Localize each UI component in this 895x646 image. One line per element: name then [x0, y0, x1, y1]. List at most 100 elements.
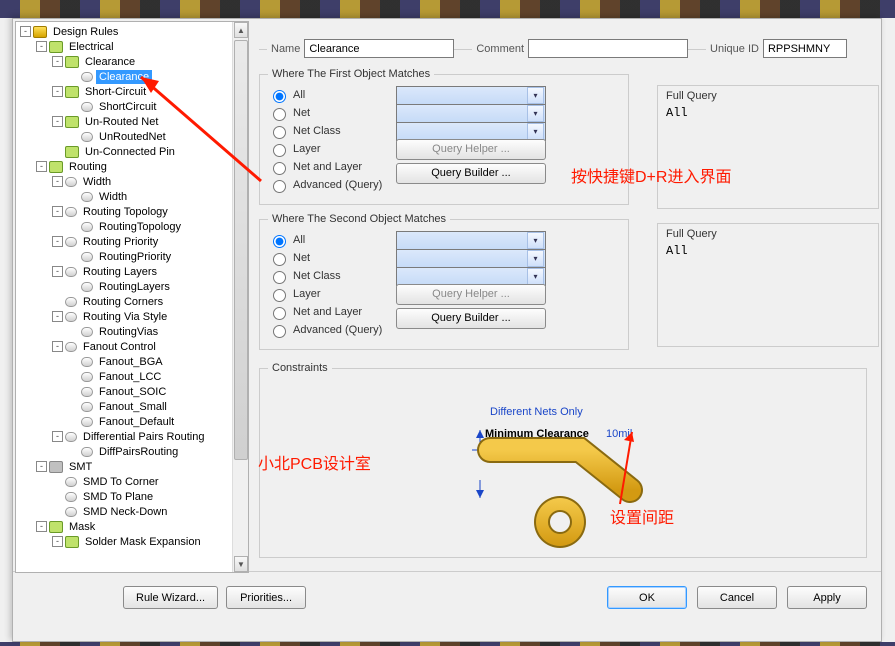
tree-item[interactable]: Fanout_SOIC: [16, 384, 232, 399]
tree-item[interactable]: Clearance: [16, 69, 232, 84]
tree-item[interactable]: SMD To Corner: [16, 474, 232, 489]
tree-expander[interactable]: -: [36, 461, 47, 472]
tree-item[interactable]: Fanout_LCC: [16, 369, 232, 384]
match1-layer[interactable]: Layer: [268, 140, 388, 158]
tree-rule-icon: [65, 207, 77, 217]
tree-expander[interactable]: -: [52, 176, 63, 187]
apply-button[interactable]: Apply: [787, 586, 867, 609]
tree-item-label: Electrical: [66, 40, 117, 54]
match1-combo-net[interactable]: ▾: [396, 86, 546, 105]
tree-cat-icon: [65, 56, 79, 68]
tree-item[interactable]: SMD Neck-Down: [16, 504, 232, 519]
tree-item[interactable]: - Clearance: [16, 54, 232, 69]
tree-item[interactable]: -Un-Routed Net: [16, 114, 232, 129]
tree-item[interactable]: UnRoutedNet: [16, 129, 232, 144]
tree-item[interactable]: -Routing Topology: [16, 204, 232, 219]
match1-adv[interactable]: Advanced (Query): [268, 176, 388, 194]
tree-rule-icon: [65, 432, 77, 442]
tree-item[interactable]: ShortCircuit: [16, 99, 232, 114]
tree-item[interactable]: RoutingTopology: [16, 219, 232, 234]
match1-netlayer[interactable]: Net and Layer: [268, 158, 388, 176]
tree-item[interactable]: - Electrical: [16, 39, 232, 54]
match1-all[interactable]: All: [268, 86, 388, 104]
tree-item[interactable]: -Fanout Control: [16, 339, 232, 354]
chevron-down-icon: ▾: [527, 87, 544, 104]
match2-combo-netclass[interactable]: ▾: [396, 249, 546, 268]
scroll-up-icon[interactable]: ▲: [234, 22, 248, 38]
tree-rule-icon: [81, 447, 93, 457]
tree-item[interactable]: -Differential Pairs Routing: [16, 429, 232, 444]
match2-adv[interactable]: Advanced (Query): [268, 321, 388, 339]
tree-item[interactable]: -Width: [16, 174, 232, 189]
tree-expander[interactable]: -: [52, 311, 63, 322]
tree-item[interactable]: -Routing: [16, 159, 232, 174]
match2-net[interactable]: Net: [268, 249, 388, 267]
match1-query-helper-button[interactable]: Query Helper ...: [396, 139, 546, 160]
tree-rule-icon: [65, 237, 77, 247]
tree-item[interactable]: -Design Rules: [16, 24, 232, 39]
tree-expander[interactable]: -: [52, 236, 63, 247]
tree-item[interactable]: RoutingLayers: [16, 279, 232, 294]
tree-item[interactable]: Fanout_Default: [16, 414, 232, 429]
tree-expander[interactable]: -: [52, 266, 63, 277]
tree-item[interactable]: DiffPairsRouting: [16, 444, 232, 459]
tree-rule-icon: [65, 177, 77, 187]
scroll-down-icon[interactable]: ▼: [234, 556, 248, 572]
tree-item[interactable]: Fanout_Small: [16, 399, 232, 414]
tree-expander[interactable]: -: [52, 56, 63, 67]
tree-item[interactable]: RoutingVias: [16, 324, 232, 339]
match2-netclass[interactable]: Net Class: [268, 267, 388, 285]
tree-item-label: RoutingPriority: [96, 250, 174, 264]
tree-item[interactable]: -Short-Circuit: [16, 84, 232, 99]
tree-rule-icon: [81, 417, 93, 427]
tree-item[interactable]: RoutingPriority: [16, 249, 232, 264]
tree-expander[interactable]: -: [36, 161, 47, 172]
tree-item[interactable]: -Routing Via Style: [16, 309, 232, 324]
match2-layer[interactable]: Layer: [268, 285, 388, 303]
tree-item[interactable]: Routing Corners: [16, 294, 232, 309]
rules-tree[interactable]: -Design Rules-Electrical-ClearanceCleara…: [16, 22, 232, 551]
tree-item[interactable]: -Routing Layers: [16, 264, 232, 279]
match2-query-builder-button[interactable]: Query Builder ...: [396, 308, 546, 329]
tree-item-label: Clearance: [82, 55, 138, 69]
tree-scrollbar[interactable]: ▲ ▼: [232, 22, 248, 572]
different-nets-label[interactable]: Different Nets Only: [490, 406, 583, 418]
tree-item[interactable]: -Routing Priority: [16, 234, 232, 249]
match2-combo-net[interactable]: ▾: [396, 231, 546, 250]
tree-expander[interactable]: -: [52, 116, 63, 127]
uniqueid-input[interactable]: [763, 39, 847, 58]
name-input[interactable]: [304, 39, 454, 58]
priorities-button[interactable]: Priorities...: [226, 586, 306, 609]
tree-expander[interactable]: -: [36, 41, 47, 52]
clearance-graphic: [460, 430, 680, 560]
tree-item[interactable]: Width: [16, 189, 232, 204]
tree-item-label: DiffPairsRouting: [96, 445, 181, 459]
tree-item[interactable]: SMD To Plane: [16, 489, 232, 504]
match1-query-builder-button[interactable]: Query Builder ...: [396, 163, 546, 184]
tree-cat-icon: [65, 86, 79, 98]
ok-button[interactable]: OK: [607, 586, 687, 609]
tree-expander[interactable]: -: [52, 206, 63, 217]
cancel-button[interactable]: Cancel: [697, 586, 777, 609]
comment-input[interactable]: [528, 39, 688, 58]
tree-rule-icon: [81, 192, 93, 202]
tree-item[interactable]: -Mask: [16, 519, 232, 534]
tree-expander[interactable]: -: [52, 431, 63, 442]
tree-expander[interactable]: -: [36, 521, 47, 532]
match2-netlayer[interactable]: Net and Layer: [268, 303, 388, 321]
match2-query-helper-button[interactable]: Query Helper ...: [396, 284, 546, 305]
tree-item[interactable]: -SMT: [16, 459, 232, 474]
match1-net[interactable]: Net: [268, 104, 388, 122]
tree-expander[interactable]: -: [52, 86, 63, 97]
tree-item[interactable]: -Solder Mask Expansion: [16, 534, 232, 549]
tree-expander[interactable]: -: [20, 26, 31, 37]
rule-wizard-button[interactable]: Rule Wizard...: [123, 586, 218, 609]
tree-item[interactable]: Un-Connected Pin: [16, 144, 232, 159]
scroll-thumb[interactable]: [234, 40, 248, 460]
tree-expander[interactable]: -: [52, 341, 63, 352]
tree-item[interactable]: Fanout_BGA: [16, 354, 232, 369]
match1-combo-netclass[interactable]: ▾: [396, 104, 546, 123]
tree-expander[interactable]: -: [52, 536, 63, 547]
match1-netclass[interactable]: Net Class: [268, 122, 388, 140]
match2-all[interactable]: All: [268, 231, 388, 249]
